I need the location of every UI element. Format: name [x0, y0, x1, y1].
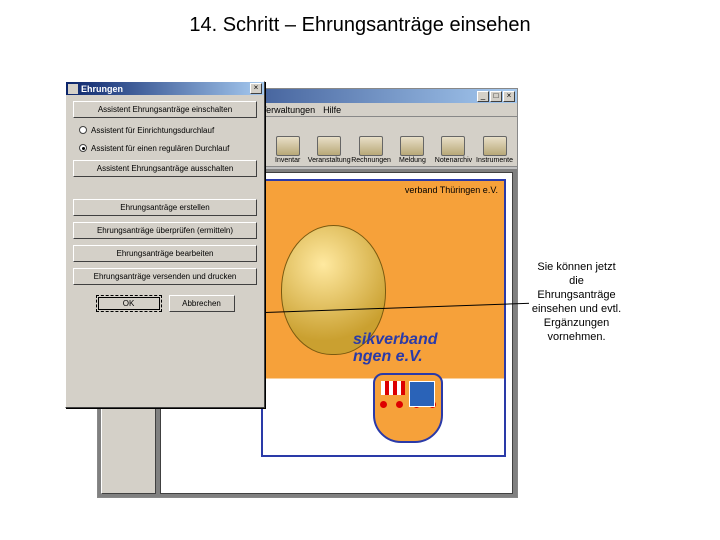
toolbar-label: Rechnungen — [351, 157, 391, 164]
toolbar-label: Instrumente — [476, 157, 513, 164]
poster-image: verband Thüringen e.V. sikverband ngen e… — [261, 179, 506, 457]
toolbar-label: Notenarchiv — [435, 157, 472, 164]
versenden-button[interactable]: Ehrungsanträge versenden und drucken — [73, 268, 257, 285]
assist-off-button[interactable]: Assistent Ehrungsanträge ausschalten — [73, 160, 257, 177]
callout-text: Sie können jetzt die Ehrungsanträge eins… — [529, 260, 624, 344]
erstellen-button[interactable]: Ehrungsanträge erstellen — [73, 199, 257, 216]
toolbar-label: Veranstaltung — [308, 157, 351, 164]
dialog-icon — [68, 84, 78, 94]
ermitteln-button[interactable]: Ehrungsanträge überprüfen (ermitteln) — [73, 222, 257, 239]
poster-org-line: verband Thüringen e.V. — [263, 181, 504, 199]
radio-icon — [79, 144, 87, 152]
dialog-title: Ehrungen — [81, 84, 250, 94]
dialog-body: Assistent Ehrungsanträge einschalten Ass… — [66, 95, 264, 318]
inventory-icon — [276, 136, 300, 156]
toolbar-meldung[interactable]: Meldung — [393, 120, 432, 164]
dialog-close-button[interactable]: × — [250, 83, 262, 94]
cancel-button[interactable]: Abbrechen — [169, 295, 235, 312]
radio-icon — [79, 126, 87, 134]
ok-button[interactable]: OK — [96, 295, 162, 312]
report-icon — [400, 136, 424, 156]
toolbar-instrumente[interactable]: Instrumente — [475, 120, 514, 164]
close-button[interactable]: × — [503, 91, 515, 102]
slide-title: 14. Schritt – Ehrungsanträge einsehen — [0, 0, 720, 43]
ehrungen-dialog: Ehrungen × Assistent Ehrungsanträge eins… — [65, 81, 265, 408]
menu-verwaltungen[interactable]: Verwaltungen — [261, 105, 316, 115]
crest-graphic — [373, 373, 443, 443]
radio-einrichtung[interactable]: Assistent für Einrichtungsdurchlauf — [73, 124, 257, 136]
instrument-icon — [483, 136, 507, 156]
dialog-titlebar: Ehrungen × — [66, 82, 264, 95]
toolbar-rechnungen[interactable]: Rechnungen — [351, 120, 391, 164]
event-icon — [317, 136, 341, 156]
toolbar-notenarchiv[interactable]: Notenarchiv — [434, 120, 473, 164]
radio-label: Assistent für Einrichtungsdurchlauf — [91, 126, 214, 135]
toolbar-label: Inventar — [275, 157, 300, 164]
minimize-button[interactable]: _ — [477, 91, 489, 102]
bearbeiten-button[interactable]: Ehrungsanträge bearbeiten — [73, 245, 257, 262]
invoice-icon — [359, 136, 383, 156]
window-controls: _ □ × — [477, 91, 515, 102]
assist-on-button[interactable]: Assistent Ehrungsanträge einschalten — [73, 101, 257, 118]
toolbar-label: Meldung — [399, 157, 426, 164]
poster-text: sikverband ngen e.V. — [353, 331, 437, 365]
radio-label: Assistent für einen regulären Durchlauf — [91, 144, 229, 153]
maximize-button[interactable]: □ — [490, 91, 502, 102]
notes-icon — [441, 136, 465, 156]
toolbar-inventar[interactable]: Inventar — [268, 120, 307, 164]
menu-hilfe[interactable]: Hilfe — [323, 105, 341, 115]
toolbar-veranstaltung[interactable]: Veranstaltung — [309, 120, 349, 164]
radio-regulaer[interactable]: Assistent für einen regulären Durchlauf — [73, 142, 257, 154]
dialog-footer: OK Abbrechen — [73, 295, 257, 312]
